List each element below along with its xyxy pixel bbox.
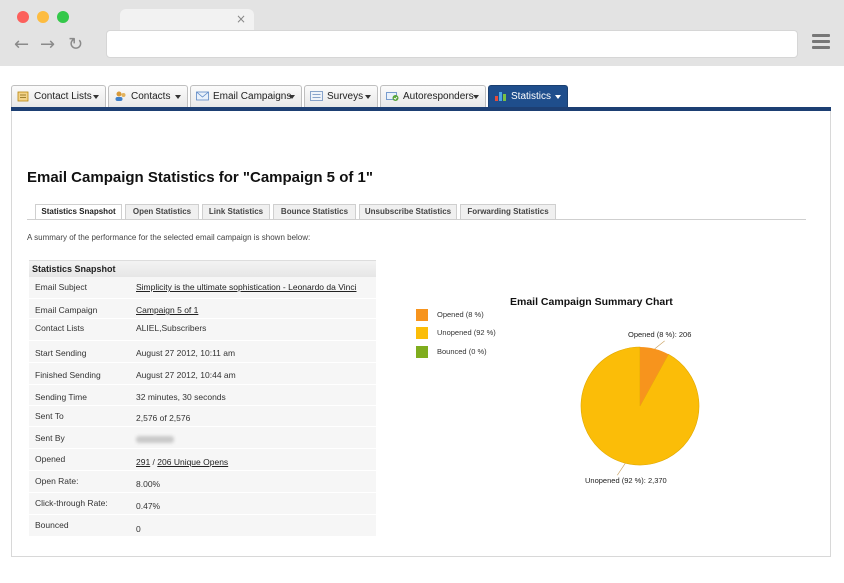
minimize-window-button[interactable]	[37, 11, 49, 23]
table-row: Sent To 2,576 of 2,576	[29, 406, 376, 427]
back-arrow-icon[interactable]: ←	[14, 34, 29, 55]
pie-chart	[580, 340, 700, 476]
row-label: Open Rate:	[35, 476, 79, 486]
reload-icon[interactable]: ↻	[68, 34, 83, 55]
chevron-down-icon	[555, 95, 561, 99]
legend-swatch-unopened	[416, 327, 428, 339]
tab-label: Contact Lists	[34, 91, 92, 102]
row-label: Email Subject	[35, 282, 87, 292]
legend-item-opened: Opened (8 %)	[416, 309, 484, 321]
close-tab-icon[interactable]: ×	[236, 12, 246, 26]
subtab-statistics-snapshot[interactable]: Statistics Snapshot	[35, 204, 122, 220]
subtab-link-statistics[interactable]: Link Statistics	[202, 204, 270, 219]
bar-chart-icon	[495, 92, 506, 101]
table-heading: Statistics Snapshot	[29, 260, 376, 277]
tab-contact-lists[interactable]: Contact Lists	[11, 85, 106, 107]
legend-swatch-opened	[416, 309, 428, 321]
maximize-window-button[interactable]	[57, 11, 69, 23]
table-row: Open Rate: 8.00%	[29, 471, 376, 493]
close-window-button[interactable]	[17, 11, 29, 23]
tab-email-campaigns[interactable]: Email Campaigns	[190, 85, 302, 107]
table-row: Start Sending August 27 2012, 10:11 am	[29, 341, 376, 363]
table-row: Bounced 0	[29, 515, 376, 537]
tab-label: Autoresponders	[403, 91, 474, 102]
subtab-unsubscribe-statistics[interactable]: Unsubscribe Statistics	[359, 204, 457, 219]
tab-label: Contacts	[131, 91, 171, 102]
row-label: Email Campaign	[35, 305, 98, 315]
subtab-forwarding-statistics[interactable]: Forwarding Statistics	[460, 204, 556, 219]
row-label: Finished Sending	[35, 370, 101, 380]
row-label: Contact Lists	[35, 323, 85, 333]
tab-label: Surveys	[327, 91, 364, 102]
legend-item-bounced: Bounced (0 %)	[416, 346, 487, 358]
tab-autoresponders[interactable]: Autoresponders	[380, 85, 486, 107]
chevron-down-icon	[289, 95, 295, 99]
legend-label: Opened (8 %)	[437, 310, 484, 319]
table-row: Email Subject Simplicity is the ultimate…	[29, 277, 376, 299]
unique-opens-link[interactable]: 206 Unique Opens	[157, 457, 228, 467]
row-value: 32 minutes, 30 seconds	[136, 392, 226, 402]
row-value: August 27 2012, 10:11 am	[136, 348, 236, 358]
row-value: 0.47%	[136, 501, 161, 511]
tab-label: Statistics	[511, 91, 552, 102]
leader-line-unopened	[617, 462, 626, 476]
table-row: Click-through Rate: 0.47%	[29, 493, 376, 515]
opened-count-link[interactable]: 291	[136, 457, 150, 467]
redacted-sender	[136, 436, 174, 443]
row-label: Start Sending	[35, 348, 87, 358]
email-subject-link[interactable]: Simplicity is the ultimate sophisticatio…	[136, 282, 356, 292]
pie-label-opened: Opened (8 %): 206	[628, 330, 692, 339]
survey-form-icon	[310, 91, 323, 101]
row-value: ALIEL,Subscribers	[136, 323, 207, 333]
legend-item-unopened: Unopened (92 %)	[416, 327, 496, 339]
row-value: 2,576 of 2,576	[136, 413, 191, 423]
legend-label: Unopened (92 %)	[437, 328, 496, 337]
statistics-snapshot-table: Statistics Snapshot Email Subject Simpli…	[29, 260, 376, 537]
row-label: Bounced	[35, 520, 69, 530]
row-value: 0	[136, 524, 141, 534]
table-row: Email Campaign Campaign 5 of 1	[29, 299, 376, 319]
row-label: Opened	[35, 454, 66, 464]
row-value: 8.00%	[136, 479, 161, 489]
pie-label-unopened: Unopened (92 %): 2,370	[585, 476, 667, 485]
chevron-down-icon	[473, 95, 479, 99]
leader-line-opened	[654, 340, 665, 350]
envelope-icon	[196, 91, 209, 101]
address-bar[interactable]	[106, 30, 798, 58]
tab-surveys[interactable]: Surveys	[304, 85, 378, 107]
browser-tab[interactable]	[120, 9, 254, 31]
tab-label: Email Campaigns	[213, 91, 292, 102]
row-label: Click-through Rate:	[35, 498, 108, 508]
browser-chrome: × ← → ↻	[0, 0, 844, 66]
legend-label: Bounced (0 %)	[437, 347, 487, 356]
subtab-divider	[27, 219, 806, 220]
table-row: Contact Lists ALIEL,Subscribers	[29, 319, 376, 341]
table-row: Sending Time 32 minutes, 30 seconds	[29, 385, 376, 406]
autoresponder-icon	[386, 92, 399, 101]
chevron-down-icon	[93, 95, 99, 99]
legend-swatch-bounced	[416, 346, 428, 358]
chart-title: Email Campaign Summary Chart	[510, 296, 673, 308]
contacts-icon	[115, 91, 126, 101]
table-row: Opened 291 / 206 Unique Opens	[29, 449, 376, 471]
forward-arrow-icon[interactable]: →	[40, 34, 55, 55]
email-campaign-link[interactable]: Campaign 5 of 1	[136, 305, 198, 315]
row-label: Sent By	[35, 433, 65, 443]
chevron-down-icon	[365, 95, 371, 99]
subtab-bounce-statistics[interactable]: Bounce Statistics	[273, 204, 356, 219]
tab-statistics[interactable]: Statistics	[488, 85, 568, 107]
table-row: Finished Sending August 27 2012, 10:44 a…	[29, 363, 376, 385]
row-value: August 27 2012, 10:44 am	[136, 370, 236, 380]
subtab-open-statistics[interactable]: Open Statistics	[125, 204, 199, 219]
page-title: Email Campaign Statistics for "Campaign …	[27, 169, 373, 186]
chevron-down-icon	[175, 95, 181, 99]
summary-text: A summary of the performance for the sel…	[27, 233, 311, 242]
contact-lists-icon	[17, 91, 29, 102]
table-row: Sent By	[29, 427, 376, 449]
tab-contacts[interactable]: Contacts	[108, 85, 188, 107]
hamburger-menu-icon[interactable]	[812, 34, 830, 50]
row-label: Sending Time	[35, 392, 87, 402]
row-label: Sent To	[35, 411, 64, 421]
